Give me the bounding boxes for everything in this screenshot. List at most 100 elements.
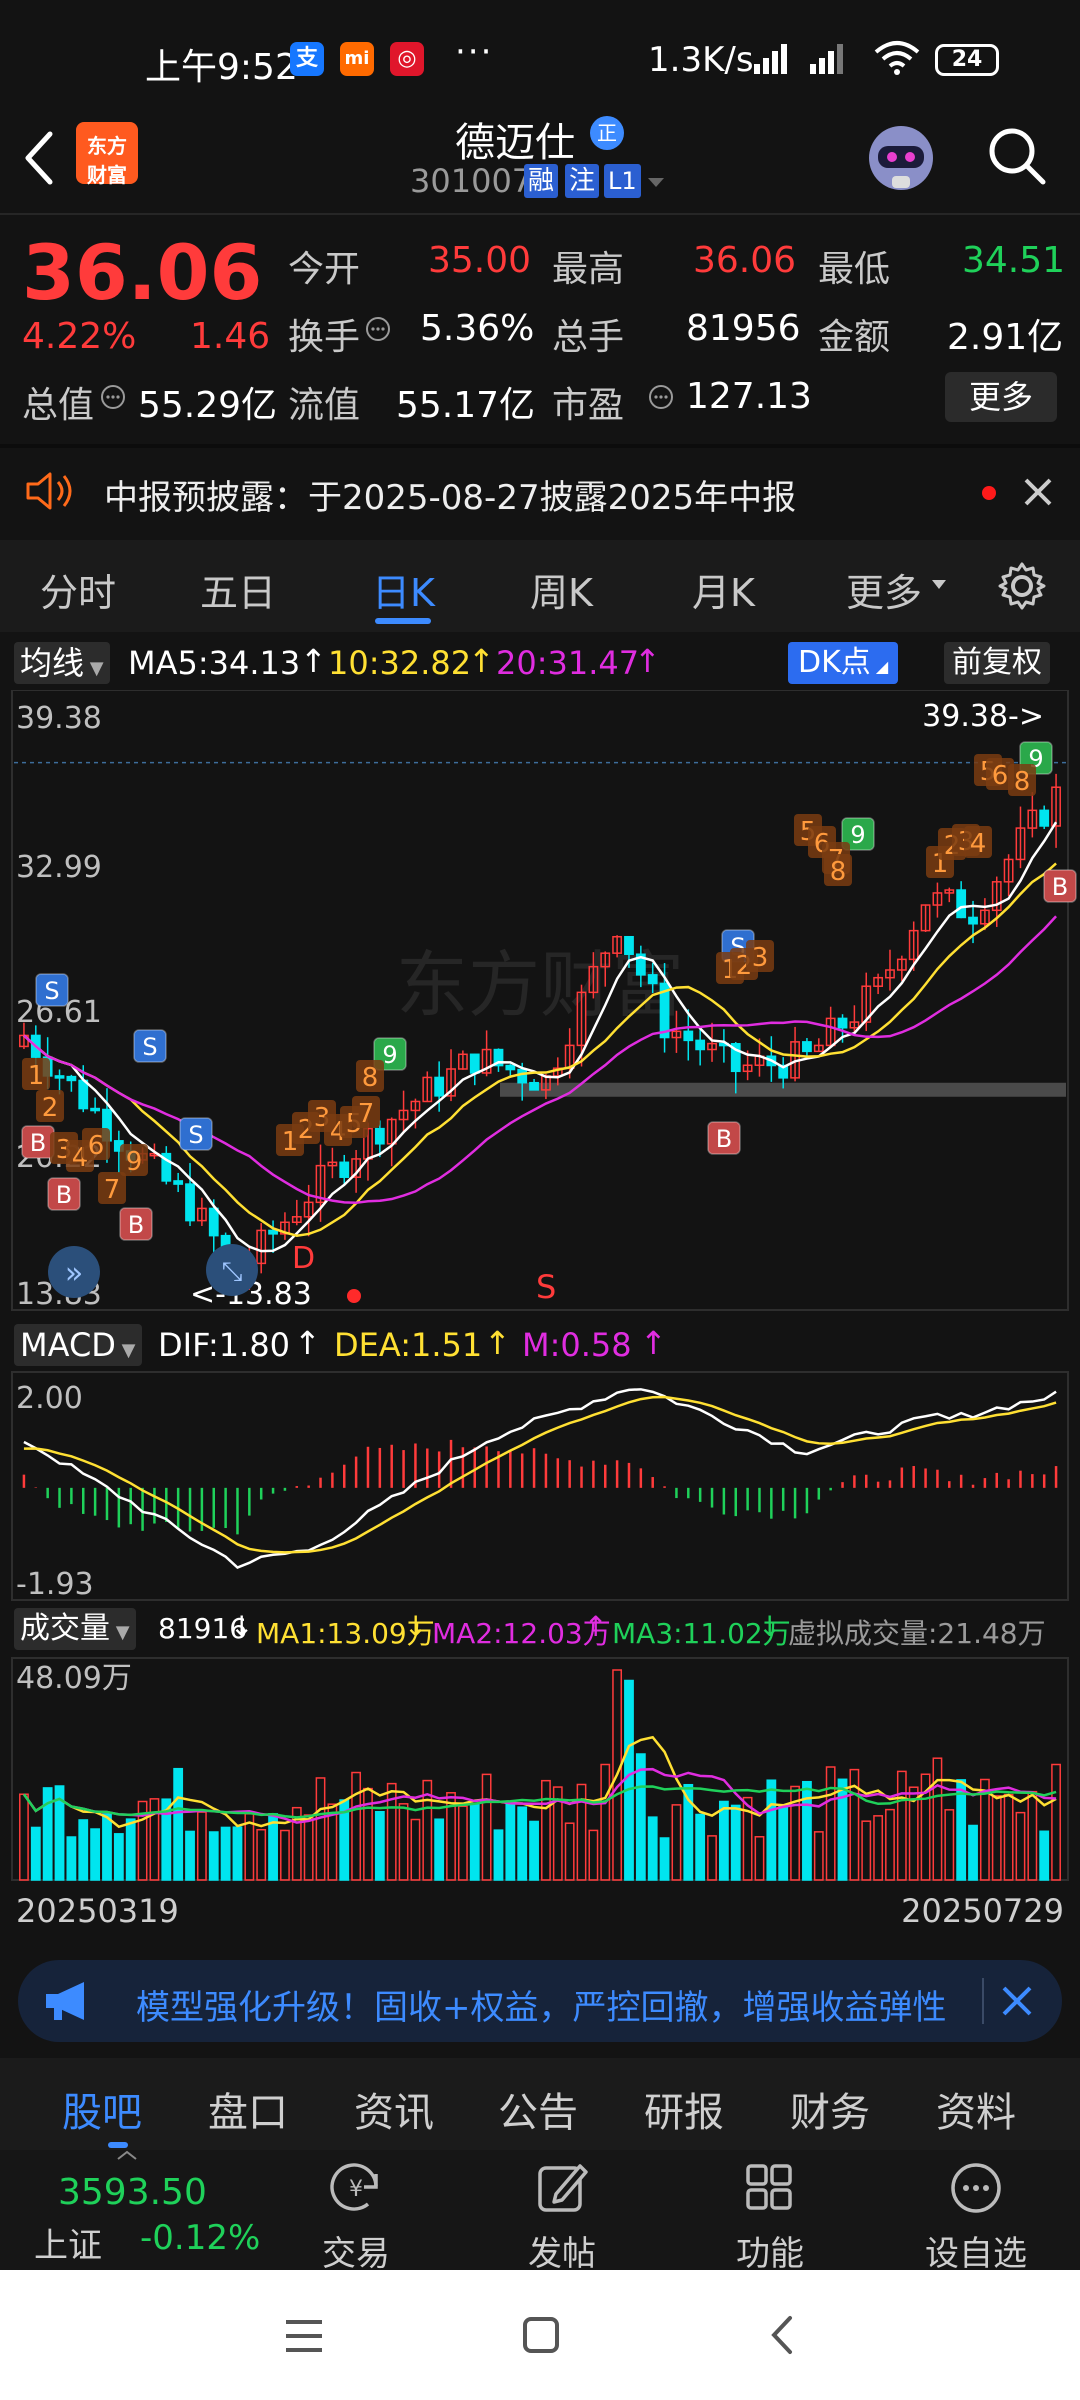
home-icon[interactable] — [520, 2314, 562, 2356]
tab-monthly-k[interactable]: 月K — [692, 562, 755, 617]
mi-icon: mi — [340, 42, 374, 76]
tab-profile[interactable]: 资料 — [936, 2080, 1016, 2138]
tab-orderbook[interactable]: 盘口 — [208, 2080, 288, 2138]
volume-bar — [1015, 1811, 1026, 1881]
volume-bar — [173, 1767, 184, 1881]
count-digit: 8 — [1014, 767, 1031, 797]
count-digit: 6 — [992, 761, 1009, 791]
unread-dot — [982, 486, 996, 500]
dea-value: DEA:1.51 — [334, 1326, 483, 1364]
more-quote-button[interactable]: 更多 — [945, 372, 1057, 422]
candle — [505, 1064, 516, 1071]
volume-bar — [125, 1818, 136, 1881]
virtual-volume: 虚拟成交量:21.48万 — [788, 1617, 1046, 1650]
tab-weekly-k[interactable]: 周K — [530, 562, 593, 617]
count-digit: 8 — [830, 857, 847, 887]
count-digit: 7 — [104, 1175, 121, 1205]
tab-five-day[interactable]: 五日 — [200, 562, 276, 617]
ma-selector[interactable]: 均线 ▼ — [14, 642, 110, 684]
open-label: 今开 — [288, 249, 361, 290]
info-icon[interactable] — [365, 316, 391, 342]
index-change[interactable]: -0.12% — [140, 2218, 260, 2258]
count-digit: 6 — [88, 1131, 105, 1161]
volume-bar — [529, 1820, 539, 1881]
date-end: 20250729 — [901, 1892, 1064, 1930]
close-icon[interactable] — [1022, 476, 1054, 508]
volume-bar — [730, 1804, 741, 1881]
period-tabs: 分时 五日 日K 周K 月K 更多 — [0, 540, 1080, 632]
register-badge: 正 — [590, 116, 624, 150]
app-icon: ◎ — [390, 42, 424, 76]
candle — [54, 1075, 65, 1079]
tab-daily-k[interactable]: 日K — [372, 562, 435, 617]
logo-text-2: 财富 — [87, 163, 127, 187]
tag-level: L1 — [604, 164, 641, 198]
volume-bar — [351, 1771, 362, 1881]
action-bar: 3593.50 上证 -0.12% ¥ 交易 发帖 功能 设自选 — [0, 2150, 1080, 2274]
dea-arrow: ↑ — [484, 1324, 511, 1362]
volume-bar — [707, 1835, 717, 1881]
buy-signal-badge-label: B — [128, 1211, 144, 1239]
change-percent: 4.22% — [22, 316, 137, 357]
info-icon[interactable] — [100, 384, 126, 410]
wifi-icon — [874, 41, 920, 75]
volume-bar — [647, 1816, 658, 1881]
notice-bar[interactable]: 中报预披露：于2025-08-27披露2025年中报 — [0, 448, 1080, 538]
info-icon[interactable] — [648, 384, 674, 410]
function-label: 功能 — [736, 2234, 804, 2274]
system-nav-bar — [0, 2270, 1080, 2400]
menu-icon[interactable] — [282, 2316, 326, 2356]
index-value[interactable]: 3593.50 — [58, 2172, 207, 2213]
adjust-price-button[interactable]: 前复权 — [944, 642, 1050, 684]
stock-chart[interactable]: 东方财富39.3832.9926.6120.2213.8339.38-><-13… — [0, 690, 1080, 1960]
ma20-arrow: ↑ — [634, 642, 661, 680]
volume-bar — [78, 1819, 89, 1881]
buy-signal-badge-label: B — [1052, 873, 1068, 901]
signal-dot — [347, 1289, 361, 1303]
gear-icon[interactable] — [996, 560, 1048, 612]
high-annotation: 39.38-> — [922, 699, 1044, 734]
candle — [185, 1183, 195, 1222]
promo-banner[interactable]: 模型强化升级！固收+权益，严控回撤，增强收益弹性 — [18, 1960, 1062, 2042]
tab-forum[interactable]: 股吧 — [62, 2080, 142, 2138]
search-icon[interactable] — [985, 124, 1049, 188]
expand-handle-icon[interactable] — [116, 2150, 138, 2160]
candle — [647, 974, 658, 985]
index-name[interactable]: 上证 — [34, 2218, 102, 2267]
back-icon[interactable] — [20, 128, 60, 188]
candle — [66, 1075, 77, 1082]
dk-point-button[interactable]: DK点 ◢ — [788, 642, 899, 684]
candle — [78, 1079, 89, 1110]
back-nav-icon[interactable] — [766, 2314, 796, 2356]
high-label: 最高 — [552, 249, 625, 290]
expand-icon: ⤡ — [222, 1257, 243, 1287]
close-icon[interactable] — [1000, 1984, 1034, 2018]
svg-text:¥: ¥ — [349, 2177, 363, 2202]
count-digit: 7 — [358, 1099, 375, 1129]
volume-bar — [102, 1813, 112, 1881]
dif-value: DIF:1.80 — [158, 1326, 291, 1364]
tab-announcements[interactable]: 公告 — [498, 2080, 578, 2138]
float-cap-value: 55.17亿 — [396, 385, 536, 426]
count-digit: 4 — [970, 829, 987, 859]
high-value: 36.06 — [693, 240, 797, 281]
volume-bar — [932, 1757, 943, 1881]
volume-bar — [659, 1837, 670, 1881]
robot-assistant-icon[interactable] — [862, 118, 940, 196]
tab-news[interactable]: 资讯 — [354, 2080, 434, 2138]
tab-research[interactable]: 研报 — [644, 2080, 724, 2138]
candle — [1039, 809, 1050, 827]
tab-intraday[interactable]: 分时 — [40, 562, 116, 617]
volume-selector[interactable]: 成交量 ▼ — [14, 1608, 136, 1650]
tab-financials[interactable]: 财务 — [790, 2080, 870, 2138]
sell-signal-badge-label: S — [142, 1033, 157, 1061]
chevron-down-icon[interactable] — [646, 176, 666, 190]
market-cap-value: 55.29亿 — [138, 385, 278, 426]
count-digit: 2 — [42, 1093, 59, 1123]
ma-selector-label: 均线 — [20, 644, 85, 682]
volume-axis-top: 48.09万 — [16, 1661, 132, 1696]
price-axis-top: 39.38 — [16, 701, 102, 736]
tab-more[interactable]: 更多 — [846, 562, 922, 617]
grid-icon — [746, 2164, 792, 2210]
macd-selector[interactable]: MACD ▼ — [14, 1324, 142, 1366]
